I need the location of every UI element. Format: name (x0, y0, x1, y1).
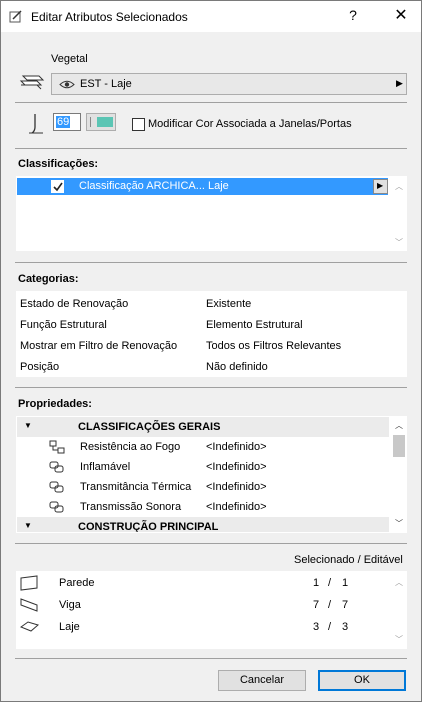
categories-table: Estado de Renovação Existente Função Est… (16, 291, 407, 377)
separator (15, 102, 407, 103)
layer-label: Vegetal (51, 53, 88, 65)
categories-heading: Categorias: (18, 273, 79, 285)
count-separator: / (328, 599, 332, 611)
scroll-up-icon[interactable]: ︿ (392, 181, 406, 193)
close-button[interactable]: ✕ (393, 5, 409, 25)
separator (15, 387, 407, 388)
count-separator: / (328, 621, 332, 633)
category-value[interactable]: Existente (206, 298, 251, 310)
category-name: Posição (20, 361, 60, 373)
count-separator: / (328, 577, 332, 589)
classification-label: Classificação ARCHICA... Laje (79, 180, 229, 192)
property-group-row[interactable]: ▼ CONSTRUÇÃO PRINCIPAL (17, 517, 389, 533)
selected-count: 1 (313, 577, 320, 589)
classification-menu-button[interactable]: ▶ (373, 179, 388, 194)
separator (15, 262, 407, 263)
property-group-name: CLASSIFICAÇÕES GERAIS (78, 421, 221, 433)
editable-count: 1 (342, 577, 349, 589)
category-name: Mostrar em Filtro de Renovação (20, 340, 178, 352)
eye-icon (59, 80, 75, 89)
separator (15, 658, 407, 659)
layer-value: EST - Laje (80, 78, 132, 90)
property-row[interactable]: Resistência ao Fogo <Indefinido> (17, 437, 389, 457)
app-icon (9, 10, 22, 23)
property-name: Transmissão Sonora (80, 501, 182, 513)
link-icon (49, 461, 64, 473)
property-value[interactable]: <Indefinido> (206, 441, 267, 453)
divider (90, 117, 91, 127)
classifications-heading: Classificações: (18, 158, 99, 170)
cancel-button[interactable]: Cancelar (218, 670, 306, 691)
editable-count: 7 (342, 599, 349, 611)
classifications-list: Classificação ARCHICA... Laje ▶ ︿ ﹀ (16, 176, 407, 251)
layer-dropdown[interactable]: EST - Laje ▶ (51, 73, 407, 95)
pen-icon (29, 114, 43, 134)
scroll-up-icon[interactable]: ︿ (392, 577, 406, 589)
collapse-icon[interactable]: ▼ (24, 421, 32, 430)
window-title: Editar Atributos Selecionados (31, 10, 188, 24)
property-group-row[interactable]: ▼ CLASSIFICAÇÕES GERAIS (17, 417, 389, 437)
separator (15, 543, 407, 544)
scroll-up-icon[interactable]: ︿ (392, 420, 406, 432)
scrollbar-thumb[interactable] (393, 435, 405, 457)
separator (15, 148, 407, 149)
property-group-name: CONSTRUÇÃO PRINCIPAL (78, 521, 219, 533)
properties-heading: Propriedades: (18, 398, 92, 410)
property-row[interactable]: Transmitância Térmica <Indefinido> (17, 477, 389, 497)
link-icon (49, 501, 64, 513)
selected-count: 3 (313, 621, 320, 633)
property-name: Inflamável (80, 461, 131, 473)
category-value[interactable]: Elemento Estrutural (206, 319, 303, 331)
pen-color-swatch (97, 117, 113, 127)
dialog-window: Editar Atributos Selecionados ? ✕ Vegeta… (0, 0, 422, 702)
classification-checkbox[interactable] (51, 180, 64, 193)
arrow-right-icon: ▶ (377, 181, 384, 190)
properties-tree: ▼ CLASSIFICAÇÕES GERAIS Resistência ao F… (16, 416, 407, 533)
modify-color-checkbox[interactable] (132, 118, 145, 131)
property-row[interactable]: Transmissão Sonora <Indefinido> (17, 497, 389, 517)
link-icon (49, 481, 64, 493)
classification-row[interactable]: Classificação ARCHICA... Laje ▶ (17, 178, 388, 195)
editable-count: 3 (342, 621, 349, 633)
scroll-down-icon[interactable]: ﹀ (392, 237, 406, 249)
beam-icon (20, 598, 38, 612)
modify-color-label: Modificar Cor Associada a Janelas/Portas (148, 118, 352, 130)
category-value[interactable]: Todos os Filtros Relevantes (206, 340, 341, 352)
property-name: Resistência ao Fogo (80, 441, 181, 453)
property-name: Transmitância Térmica (80, 481, 192, 493)
layer-icon (19, 75, 45, 90)
property-value[interactable]: <Indefinido> (206, 481, 267, 493)
slab-icon (20, 621, 40, 632)
element-name: Viga (59, 599, 81, 611)
property-type-icon (49, 440, 65, 454)
property-value[interactable]: <Indefinido> (206, 461, 267, 473)
wall-icon (20, 575, 38, 591)
checkmark-icon (53, 182, 63, 192)
collapse-icon[interactable]: ▼ (24, 521, 32, 530)
pen-color-button[interactable] (86, 113, 116, 131)
element-name: Parede (59, 577, 95, 589)
pen-number-value: 69 (56, 116, 71, 128)
scroll-down-icon[interactable]: ﹀ (392, 518, 406, 530)
title-bar: Editar Atributos Selecionados ? ✕ (1, 1, 421, 32)
elements-list: Parede 1 / 1 Viga 7 / 7 Laje 3 / 3 ︿ ﹀ (16, 571, 407, 649)
selected-count: 7 (313, 599, 320, 611)
pen-number-field[interactable]: 69 (53, 113, 81, 131)
ok-button[interactable]: OK (318, 670, 406, 691)
scroll-down-icon[interactable]: ﹀ (392, 634, 406, 646)
help-button[interactable]: ? (345, 7, 361, 23)
property-row[interactable]: Inflamável <Indefinido> (17, 457, 389, 477)
category-name: Estado de Renovação (20, 298, 129, 310)
element-name: Laje (59, 621, 80, 633)
category-name: Função Estrutural (20, 319, 107, 331)
property-value[interactable]: <Indefinido> (206, 501, 267, 513)
dropdown-arrow-icon: ▶ (396, 78, 403, 88)
selected-editable-header: Selecionado / Editável (294, 554, 403, 566)
category-value[interactable]: Não definido (206, 361, 268, 373)
